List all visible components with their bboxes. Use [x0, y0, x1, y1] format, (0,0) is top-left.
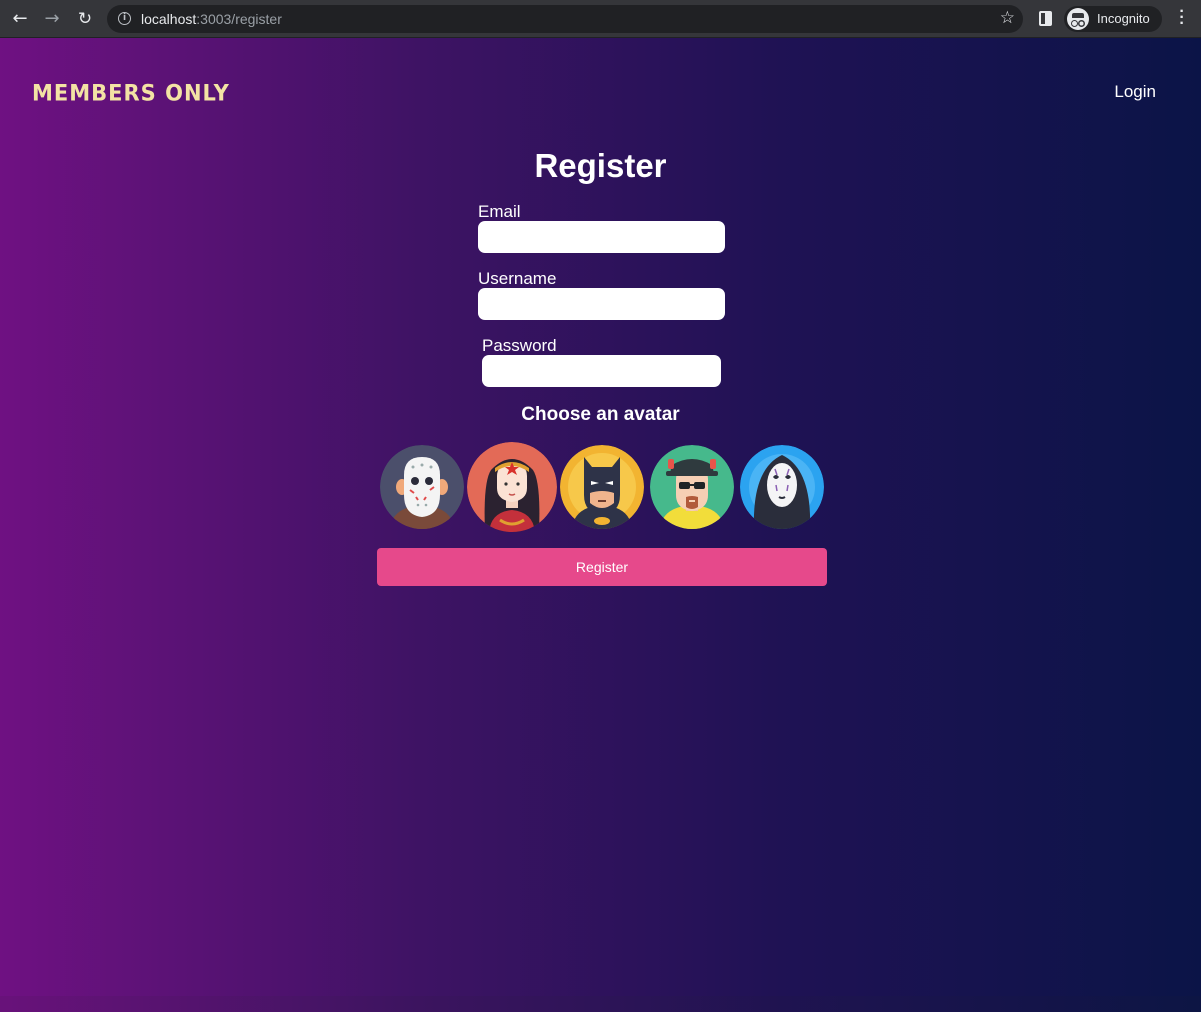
- address-bar[interactable]: i localhost:3003/register ☆: [107, 5, 1023, 33]
- heisenberg-avatar[interactable]: [650, 445, 734, 529]
- page-bottom-strip: [0, 996, 1201, 1012]
- email-field[interactable]: [478, 221, 725, 253]
- url-text[interactable]: localhost:3003/register: [141, 11, 282, 27]
- browser-toolbar: ← → ↻ i localhost:3003/register ☆ Incogn…: [0, 0, 1201, 38]
- back-arrow-icon[interactable]: ←: [8, 7, 32, 31]
- email-label: Email: [478, 202, 521, 221]
- more-menu-icon[interactable]: · · ·: [1176, 4, 1188, 32]
- login-link[interactable]: Login: [1114, 82, 1156, 102]
- site-logo[interactable]: MEMBERS ONLY: [32, 80, 230, 105]
- batman-avatar[interactable]: [560, 445, 644, 529]
- wonder-woman-avatar[interactable]: [467, 442, 557, 532]
- register-button[interactable]: Register: [377, 548, 827, 586]
- username-field[interactable]: [478, 288, 725, 320]
- reload-icon[interactable]: ↻: [73, 7, 97, 31]
- side-panel-icon[interactable]: [1039, 11, 1052, 26]
- incognito-badge[interactable]: Incognito: [1064, 6, 1162, 32]
- username-label: Username: [478, 269, 557, 288]
- info-icon[interactable]: i: [118, 12, 131, 25]
- jason-avatar[interactable]: [380, 445, 464, 529]
- page-title: Register: [534, 147, 667, 184]
- incognito-label: Incognito: [1097, 11, 1150, 26]
- forward-arrow-icon[interactable]: →: [40, 7, 64, 31]
- star-icon[interactable]: ☆: [1000, 8, 1015, 28]
- no-face-avatar[interactable]: [740, 445, 824, 529]
- incognito-icon: [1067, 8, 1089, 30]
- url-host: localhost: [141, 11, 197, 27]
- password-label: Password: [482, 336, 557, 355]
- avatar-heading: Choose an avatar: [521, 404, 680, 425]
- url-path: :3003/register: [196, 11, 282, 27]
- password-field[interactable]: [482, 355, 721, 387]
- page-background: MEMBERS ONLY Login Register Email Userna…: [0, 38, 1201, 996]
